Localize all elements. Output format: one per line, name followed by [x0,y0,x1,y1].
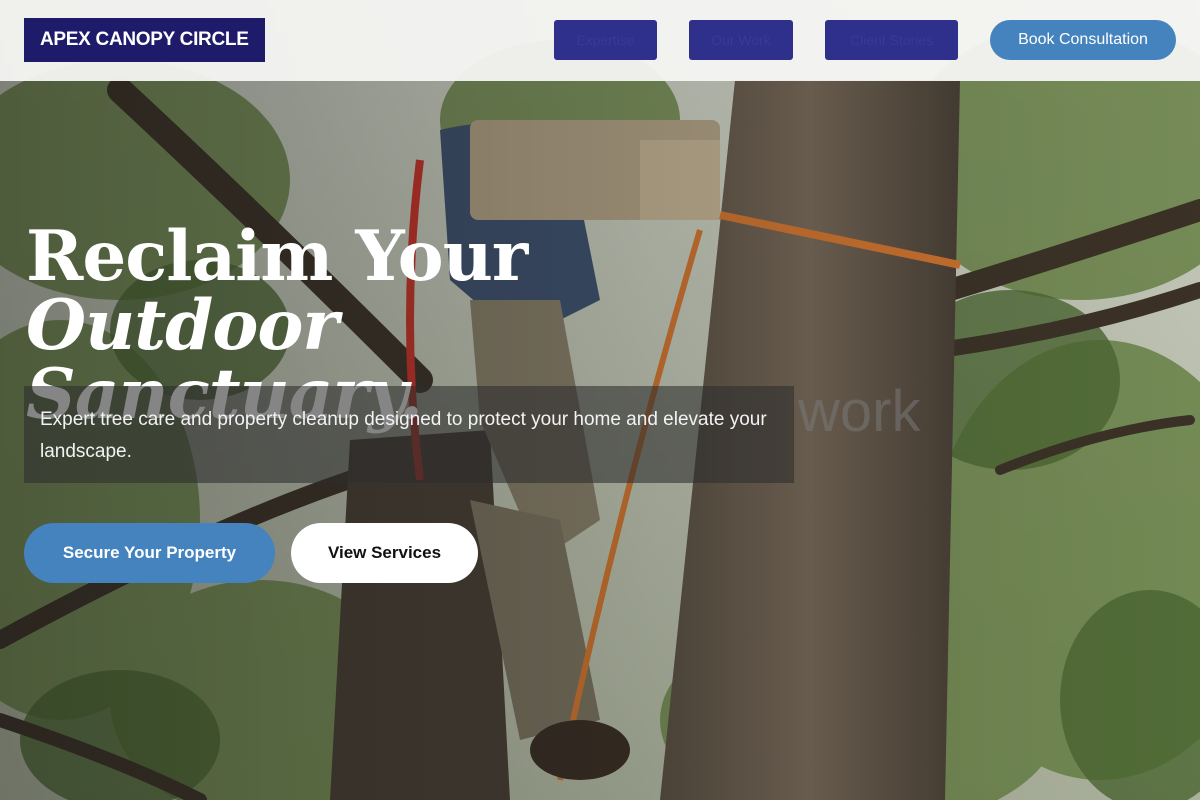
book-consultation-button[interactable]: Book Consultation [990,20,1176,60]
hero-subtitle: Expert tree care and property cleanup de… [40,409,767,462]
hero-subtitle-box: Expert tree care and property cleanup de… [24,386,794,483]
site-header: APEX CANOPY CIRCLE Expertise Our Work Cl… [0,0,1200,81]
nav-link-client-stories[interactable]: Client Stories [825,20,958,60]
view-services-button[interactable]: View Services [291,523,478,583]
brand-logo[interactable]: APEX CANOPY CIRCLE [24,18,265,62]
nav-link-our-work[interactable]: Our Work [689,20,793,60]
nav-link-expertise[interactable]: Expertise [554,20,657,60]
background-ghost-text: work [798,379,921,444]
secure-property-button[interactable]: Secure Your Property [24,523,275,583]
